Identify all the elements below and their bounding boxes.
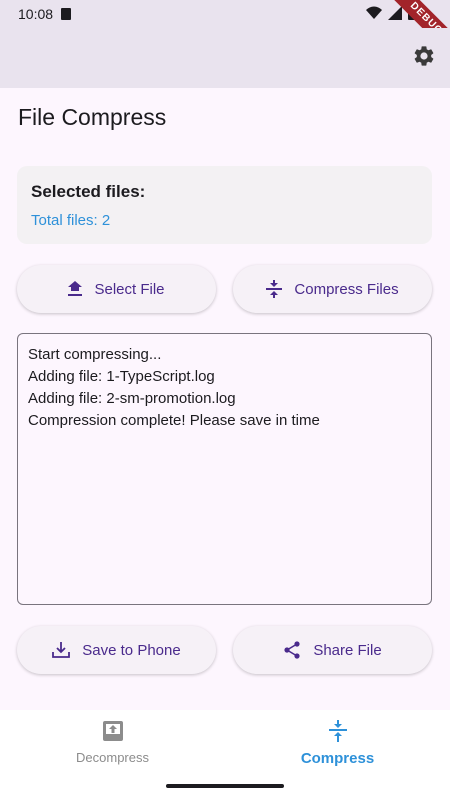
share-file-button[interactable]: Share File	[233, 626, 432, 674]
download-icon	[52, 642, 71, 658]
log-line: Adding file: 1-TypeScript.log	[28, 368, 215, 385]
app-bar	[0, 28, 450, 88]
signal-icon	[388, 6, 402, 20]
nav-compress-label: Compress	[300, 750, 375, 767]
wifi-icon	[366, 6, 382, 19]
page-title: File Compress	[18, 104, 167, 130]
compress-files-label: Compress Files	[294, 280, 399, 298]
unarchive-icon	[102, 721, 123, 741]
upload-icon	[68, 281, 83, 296]
log-line: Compression complete! Please save in tim…	[28, 412, 320, 429]
gear-icon	[414, 46, 434, 66]
select-file-button[interactable]: Select File	[17, 265, 216, 313]
share-icon	[284, 641, 300, 659]
settings-button[interactable]	[410, 42, 438, 70]
home-indicator[interactable]	[166, 784, 284, 788]
log-line: Adding file: 2-sm-promotion.log	[28, 390, 236, 407]
nav-decompress[interactable]: Decompress	[0, 720, 225, 780]
nav-compress[interactable]: Compress	[225, 720, 450, 780]
status-time: 10:08	[18, 6, 54, 22]
status-bar: 10:08 DEBUG	[0, 0, 450, 61]
selected-files-card: Selected files: Total files: 2	[17, 166, 432, 244]
compress-icon	[328, 720, 347, 742]
save-to-phone-button[interactable]: Save to Phone	[17, 626, 216, 674]
total-files-count: Total files: 2	[31, 212, 111, 229]
sd-card-icon	[61, 8, 72, 20]
select-file-label: Select File	[94, 280, 165, 298]
selected-files-heading: Selected files:	[31, 182, 146, 201]
log-output[interactable]: Start compressing... Adding file: 1-Type…	[17, 333, 432, 605]
compress-icon	[266, 280, 283, 298]
log-line: Start compressing...	[28, 346, 162, 363]
save-to-phone-label: Save to Phone	[82, 641, 181, 659]
share-file-label: Share File	[313, 641, 382, 659]
nav-decompress-label: Decompress	[76, 750, 149, 765]
compress-files-button[interactable]: Compress Files	[233, 265, 432, 313]
